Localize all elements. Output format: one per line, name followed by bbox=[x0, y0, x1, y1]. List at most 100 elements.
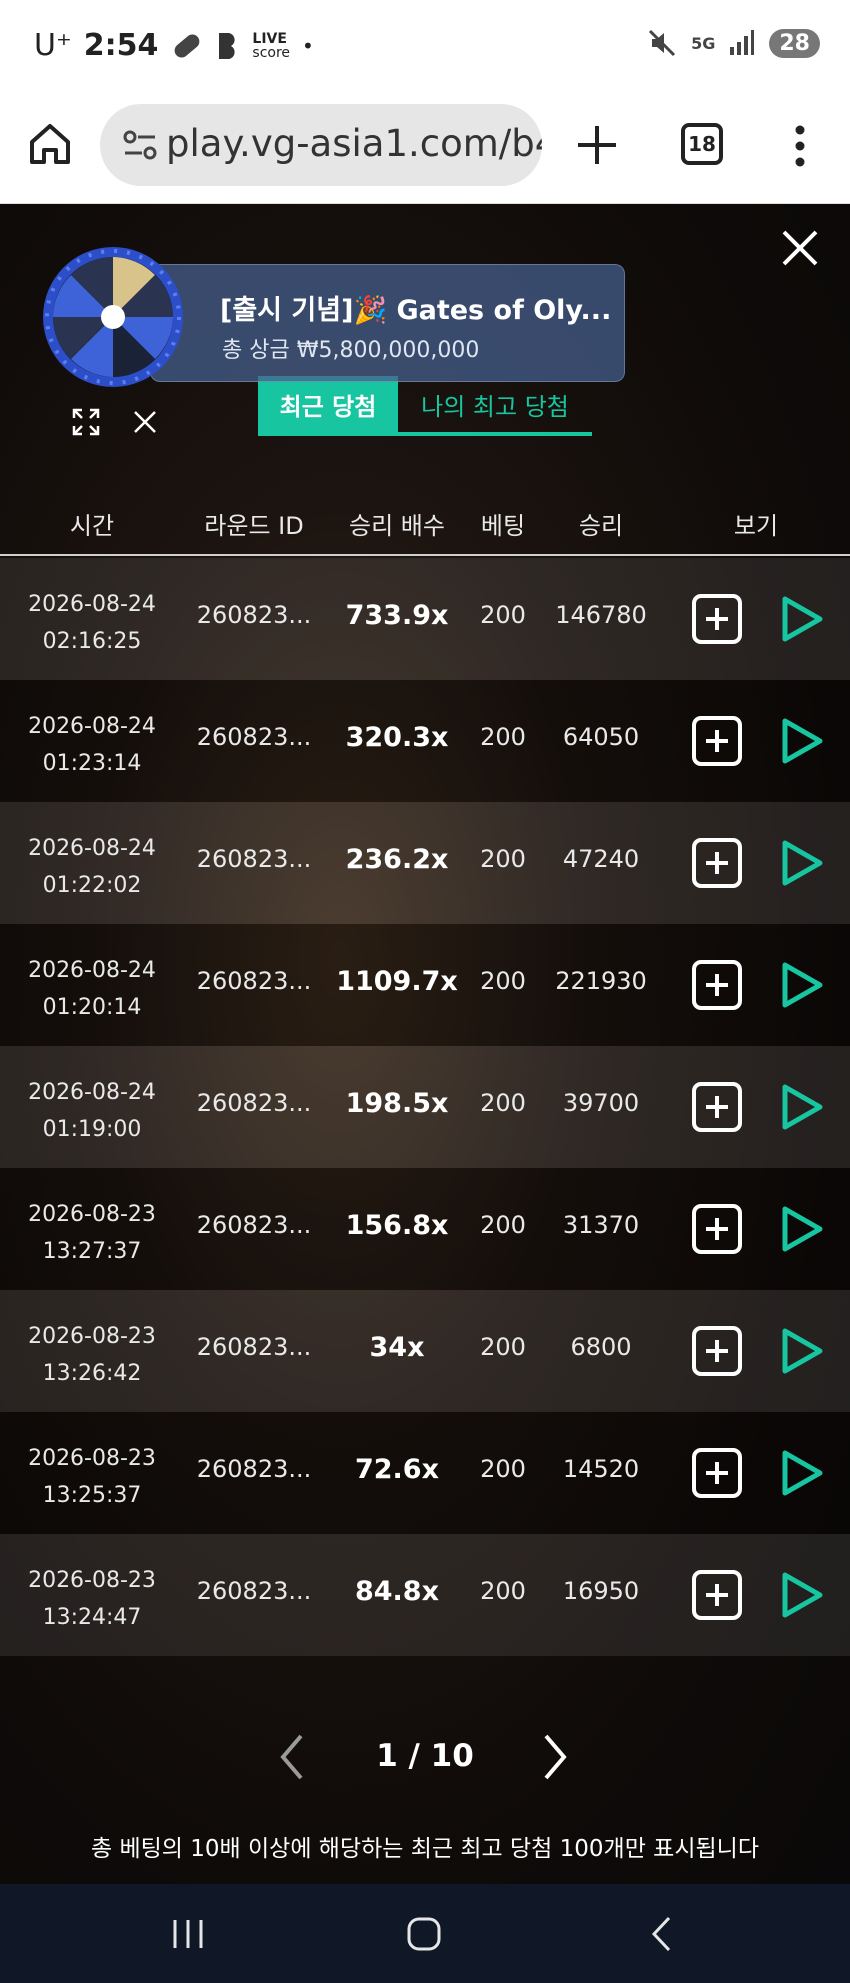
row-time: 01:19:00 bbox=[42, 1117, 142, 1142]
row-date: 2026-08-24 bbox=[28, 714, 156, 739]
row-win: 14520 bbox=[562, 1455, 640, 1483]
row-bet: 200 bbox=[480, 845, 526, 873]
play-icon[interactable] bbox=[780, 961, 824, 1009]
play-icon[interactable] bbox=[780, 839, 824, 887]
table-row: 2026-08-24 01:23:14 260823... 320.3x 200 … bbox=[0, 680, 850, 802]
chevron-left-icon[interactable] bbox=[277, 1732, 307, 1782]
row-bet: 200 bbox=[480, 601, 526, 629]
system-nav-bar bbox=[0, 1884, 850, 1983]
table-row: 2026-08-23 13:26:42 260823... 34x 200 680… bbox=[0, 1290, 850, 1412]
row-time: 13:27:37 bbox=[42, 1239, 142, 1264]
status-left: U⁺ 2:54 LIVE score • bbox=[34, 28, 314, 63]
column-header-multiplier: 승리 배수 bbox=[349, 512, 445, 540]
row-multiplier: 320.3x bbox=[345, 722, 449, 753]
prize-wheel-icon bbox=[43, 247, 183, 387]
home-icon[interactable] bbox=[26, 120, 74, 168]
table-row: 2026-08-23 13:27:37 260823... 156.8x 200 … bbox=[0, 1168, 850, 1290]
add-button[interactable] bbox=[692, 1448, 742, 1498]
row-round-id: 260823... bbox=[196, 723, 312, 751]
status-bar: U⁺ 2:54 LIVE score • 5G 28 bbox=[0, 0, 850, 92]
more-menu-icon[interactable] bbox=[790, 122, 810, 170]
column-header-round-id: 라운드 ID bbox=[204, 512, 304, 540]
add-button[interactable] bbox=[692, 1326, 742, 1376]
table-row: 2026-08-24 01:19:00 260823... 198.5x 200 … bbox=[0, 1046, 850, 1168]
signal-icon bbox=[730, 30, 755, 55]
row-date: 2026-08-23 bbox=[28, 1446, 156, 1471]
row-date: 2026-08-23 bbox=[28, 1568, 156, 1593]
row-date: 2026-08-24 bbox=[28, 592, 156, 617]
row-win: 64050 bbox=[562, 723, 640, 751]
row-bet: 200 bbox=[480, 1089, 526, 1117]
row-time: 02:16:25 bbox=[42, 629, 142, 654]
row-multiplier: 72.6x bbox=[354, 1454, 440, 1485]
add-button[interactable] bbox=[692, 1204, 742, 1254]
play-icon[interactable] bbox=[780, 595, 824, 643]
add-button[interactable] bbox=[692, 960, 742, 1010]
back-icon[interactable] bbox=[650, 1915, 672, 1953]
b-logo-icon bbox=[219, 32, 236, 59]
row-datetime: 2026-08-24 01:23:14 bbox=[28, 708, 156, 782]
table-row: 2026-08-24 02:16:25 260823... 733.9x 200 … bbox=[0, 558, 850, 680]
play-icon[interactable] bbox=[780, 1327, 824, 1375]
row-multiplier: 236.2x bbox=[345, 844, 449, 875]
row-date: 2026-08-24 bbox=[28, 958, 156, 983]
pill-icon bbox=[175, 34, 200, 57]
row-datetime: 2026-08-23 13:25:37 bbox=[28, 1440, 156, 1514]
notification-dot: • bbox=[302, 33, 314, 58]
row-multiplier: 34x bbox=[369, 1332, 425, 1363]
row-multiplier: 733.9x bbox=[345, 600, 449, 631]
add-button[interactable] bbox=[692, 594, 742, 644]
browser-toolbar: play.vg-asia1.com/b4( 18 bbox=[0, 92, 850, 204]
column-header-win: 승리 bbox=[578, 512, 624, 540]
address-bar[interactable]: play.vg-asia1.com/b4( bbox=[100, 104, 542, 186]
row-round-id: 260823... bbox=[196, 1455, 312, 1483]
promo-banner[interactable]: [출시 기념]🎉 Gates of Oly... 총 상금 ₩5,800,000… bbox=[40, 244, 625, 389]
row-bet: 200 bbox=[480, 1577, 526, 1605]
close-icon[interactable] bbox=[780, 228, 820, 268]
add-button[interactable] bbox=[692, 716, 742, 766]
add-button[interactable] bbox=[692, 1082, 742, 1132]
table-row: 2026-08-23 13:25:37 260823... 72.6x 200 1… bbox=[0, 1412, 850, 1534]
row-time: 01:20:14 bbox=[42, 995, 142, 1020]
chevron-right-icon[interactable] bbox=[540, 1732, 570, 1782]
row-win: 47240 bbox=[562, 845, 640, 873]
row-round-id: 260823... bbox=[196, 1577, 312, 1605]
row-time: 01:22:02 bbox=[42, 873, 142, 898]
win-history-table: 2026-08-24 02:16:25 260823... 733.9x 200 … bbox=[0, 558, 850, 1656]
home-nav-icon[interactable] bbox=[406, 1916, 442, 1952]
row-win: 39700 bbox=[562, 1089, 640, 1117]
mute-icon bbox=[649, 29, 676, 57]
row-win: 6800 bbox=[570, 1333, 632, 1361]
site-settings-icon[interactable] bbox=[122, 128, 158, 162]
recent-apps-icon[interactable] bbox=[171, 1918, 205, 1950]
row-bet: 200 bbox=[480, 967, 526, 995]
row-datetime: 2026-08-23 13:26:42 bbox=[28, 1318, 156, 1392]
play-icon[interactable] bbox=[780, 1083, 824, 1131]
play-icon[interactable] bbox=[780, 1449, 824, 1497]
row-win: 221930 bbox=[555, 967, 647, 995]
expand-icon[interactable] bbox=[72, 408, 100, 436]
row-round-id: 260823... bbox=[196, 601, 312, 629]
promo-title: [출시 기념]🎉 Gates of Oly... bbox=[220, 295, 612, 326]
row-datetime: 2026-08-24 01:19:00 bbox=[28, 1074, 156, 1148]
row-time: 13:26:42 bbox=[42, 1361, 142, 1386]
row-win: 31370 bbox=[562, 1211, 640, 1239]
new-tab-icon[interactable] bbox=[574, 122, 620, 168]
row-round-id: 260823... bbox=[196, 1211, 312, 1239]
row-multiplier: 156.8x bbox=[345, 1210, 449, 1241]
row-bet: 200 bbox=[480, 1211, 526, 1239]
row-datetime: 2026-08-24 01:20:14 bbox=[28, 952, 156, 1026]
add-button[interactable] bbox=[692, 1570, 742, 1620]
row-time: 13:24:47 bbox=[42, 1605, 142, 1630]
play-icon[interactable] bbox=[780, 717, 824, 765]
row-date: 2026-08-23 bbox=[28, 1324, 156, 1349]
play-icon[interactable] bbox=[780, 1571, 824, 1619]
row-datetime: 2026-08-24 02:16:25 bbox=[28, 586, 156, 660]
promo-close-icon[interactable] bbox=[133, 410, 157, 434]
column-header-view: 보기 bbox=[733, 512, 779, 540]
tab-switcher-button[interactable]: 18 bbox=[681, 123, 723, 165]
table-row: 2026-08-23 13:24:47 260823... 84.8x 200 1… bbox=[0, 1534, 850, 1656]
row-bet: 200 bbox=[480, 1333, 526, 1361]
play-icon[interactable] bbox=[780, 1205, 824, 1253]
add-button[interactable] bbox=[692, 838, 742, 888]
